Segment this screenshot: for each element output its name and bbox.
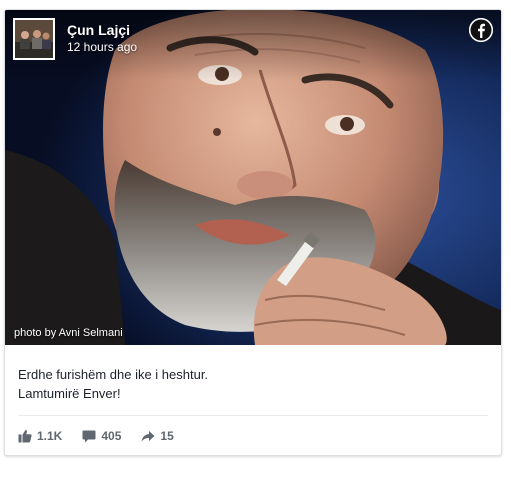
engagement-stats: 1.1K 405 15 bbox=[18, 427, 194, 445]
avatar-image bbox=[15, 20, 53, 58]
photo-credit: photo by Avni Selmani bbox=[14, 327, 123, 339]
comments-count: 405 bbox=[101, 429, 122, 443]
post-timestamp[interactable]: 12 hours ago bbox=[67, 40, 137, 54]
comment-icon bbox=[82, 430, 96, 443]
shares-stat[interactable]: 15 bbox=[141, 429, 174, 443]
comments-stat[interactable]: 405 bbox=[82, 429, 121, 443]
likes-stat[interactable]: 1.1K bbox=[18, 429, 62, 443]
shares-count: 15 bbox=[160, 429, 174, 443]
post-card: Çun Lajçi 12 hours ago photo by Avni Sel… bbox=[4, 9, 502, 456]
share-icon bbox=[141, 431, 155, 442]
avatar[interactable] bbox=[13, 18, 55, 60]
thumbs-up-icon bbox=[18, 430, 32, 443]
divider bbox=[18, 415, 488, 416]
likes-count: 1.1K bbox=[37, 429, 63, 443]
post-caption: Erdhe furishëm dhe ike i heshtur. Lamtum… bbox=[18, 365, 208, 403]
caption-line: Erdhe furishëm dhe ike i heshtur. bbox=[18, 367, 209, 382]
caption-line: Lamtumirë Enver! bbox=[18, 386, 121, 401]
author-name[interactable]: Çun Lajçi bbox=[67, 22, 130, 38]
post-photo[interactable]: Çun Lajçi 12 hours ago photo by Avni Sel… bbox=[5, 10, 501, 345]
facebook-icon[interactable] bbox=[469, 18, 493, 42]
